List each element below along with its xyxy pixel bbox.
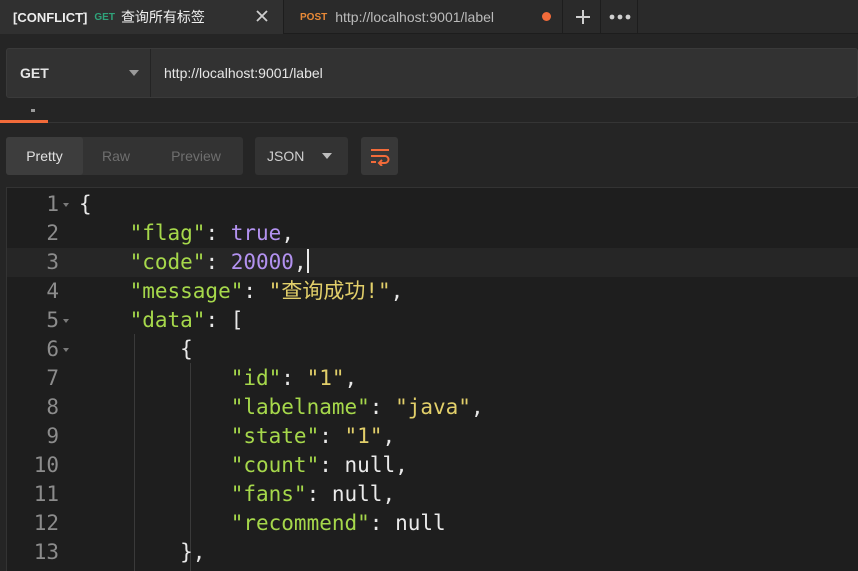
tab-method-get: GET bbox=[94, 11, 115, 23]
code-text: { bbox=[79, 192, 92, 216]
code-line: 7 "id": "1", bbox=[7, 364, 858, 393]
code-line: 9 "state": "1", bbox=[7, 422, 858, 451]
tab-bar: [CONFLICT] GET 查询所有标签 POST http://localh… bbox=[0, 0, 858, 34]
line-number: 6 bbox=[46, 337, 59, 361]
chevron-down-icon bbox=[129, 70, 139, 76]
tab-method-post: POST bbox=[300, 11, 328, 23]
response-body-editor[interactable]: 1 { 2 "flag": true, 3 "code": 20000, 4 "… bbox=[6, 187, 858, 571]
code-text: }, bbox=[180, 540, 206, 564]
close-icon[interactable] bbox=[253, 7, 271, 25]
code-text: "flag": true, bbox=[129, 221, 294, 245]
text-cursor bbox=[306, 249, 309, 273]
method-select[interactable]: GET bbox=[7, 49, 151, 97]
new-tab-button[interactable] bbox=[565, 0, 601, 34]
code-line: 12 "recommend": null bbox=[7, 509, 858, 538]
code-text: "count": null, bbox=[230, 453, 408, 477]
code-text: "data": [ bbox=[129, 308, 244, 332]
code-line: 8 "labelname": "java", bbox=[7, 393, 858, 422]
line-number: 10 bbox=[33, 453, 59, 477]
code-line-current: 3 "code": 20000, bbox=[7, 248, 858, 277]
line-number: 2 bbox=[46, 221, 59, 245]
fold-arrow-icon[interactable] bbox=[63, 203, 69, 207]
format-select[interactable]: JSON bbox=[255, 137, 348, 175]
code-line: 11 "fans": null, bbox=[7, 480, 858, 509]
pretty-button[interactable]: Pretty bbox=[6, 137, 83, 175]
code-text: "id": "1", bbox=[230, 366, 358, 390]
code-line: 2 "flag": true, bbox=[7, 219, 858, 248]
line-number: 4 bbox=[46, 279, 59, 303]
code-line: 13 }, bbox=[7, 538, 858, 567]
raw-button[interactable]: Raw bbox=[83, 137, 149, 175]
code-line: 1 { bbox=[7, 190, 858, 219]
fold-arrow-icon[interactable] bbox=[63, 319, 69, 323]
line-number: 1 bbox=[46, 192, 59, 216]
tab-post-label[interactable]: POST http://localhost:9001/label bbox=[285, 0, 563, 34]
more-tabs-button[interactable] bbox=[602, 0, 638, 34]
fold-arrow-icon[interactable] bbox=[63, 348, 69, 352]
code-line: 4 "message": "查询成功!", bbox=[7, 277, 858, 306]
line-number: 8 bbox=[46, 395, 59, 419]
format-label: JSON bbox=[267, 148, 305, 164]
code-text: { bbox=[180, 337, 193, 361]
code-text: "fans": null, bbox=[230, 482, 396, 506]
code-text: "code": 20000, bbox=[129, 249, 309, 274]
response-tabs bbox=[0, 108, 858, 123]
wrap-lines-icon bbox=[370, 149, 389, 166]
line-number: 9 bbox=[46, 424, 59, 448]
preview-button[interactable]: Preview bbox=[149, 137, 243, 175]
line-number: 7 bbox=[46, 366, 59, 390]
line-number: 11 bbox=[33, 482, 59, 506]
ellipsis-icon bbox=[609, 14, 630, 20]
request-bar: GET http://localhost:9001/label bbox=[6, 48, 858, 98]
code-line: 5 "data": [ bbox=[7, 306, 858, 335]
code-line: 6 { bbox=[7, 335, 858, 364]
tab-indicator-mark bbox=[31, 109, 35, 112]
url-input[interactable]: http://localhost:9001/label bbox=[152, 49, 857, 97]
tab-get-labels[interactable]: [CONFLICT] GET 查询所有标签 bbox=[0, 0, 284, 34]
active-tab-underline bbox=[0, 120, 48, 123]
code-text: "state": "1", bbox=[230, 424, 396, 448]
chevron-down-icon bbox=[322, 153, 332, 159]
line-number: 12 bbox=[33, 511, 59, 535]
code-text: "recommend": null bbox=[230, 511, 446, 535]
tab-url: http://localhost:9001/label bbox=[335, 9, 495, 25]
line-number: 3 bbox=[46, 250, 59, 274]
code-line: 10 "count": null, bbox=[7, 451, 858, 480]
code-text: "labelname": "java", bbox=[230, 395, 484, 419]
tab-title: 查询所有标签 bbox=[120, 9, 205, 25]
method-label: GET bbox=[20, 65, 49, 81]
line-number: 5 bbox=[46, 308, 59, 332]
wrap-lines-button[interactable] bbox=[361, 137, 398, 175]
plus-icon bbox=[575, 10, 590, 24]
line-number: 13 bbox=[33, 540, 59, 564]
conflict-label: [CONFLICT] bbox=[13, 9, 88, 25]
unsaved-dot-icon bbox=[542, 12, 551, 21]
view-mode-selector: Pretty Raw Preview bbox=[6, 137, 243, 175]
code-text: "message": "查询成功!", bbox=[129, 279, 404, 303]
